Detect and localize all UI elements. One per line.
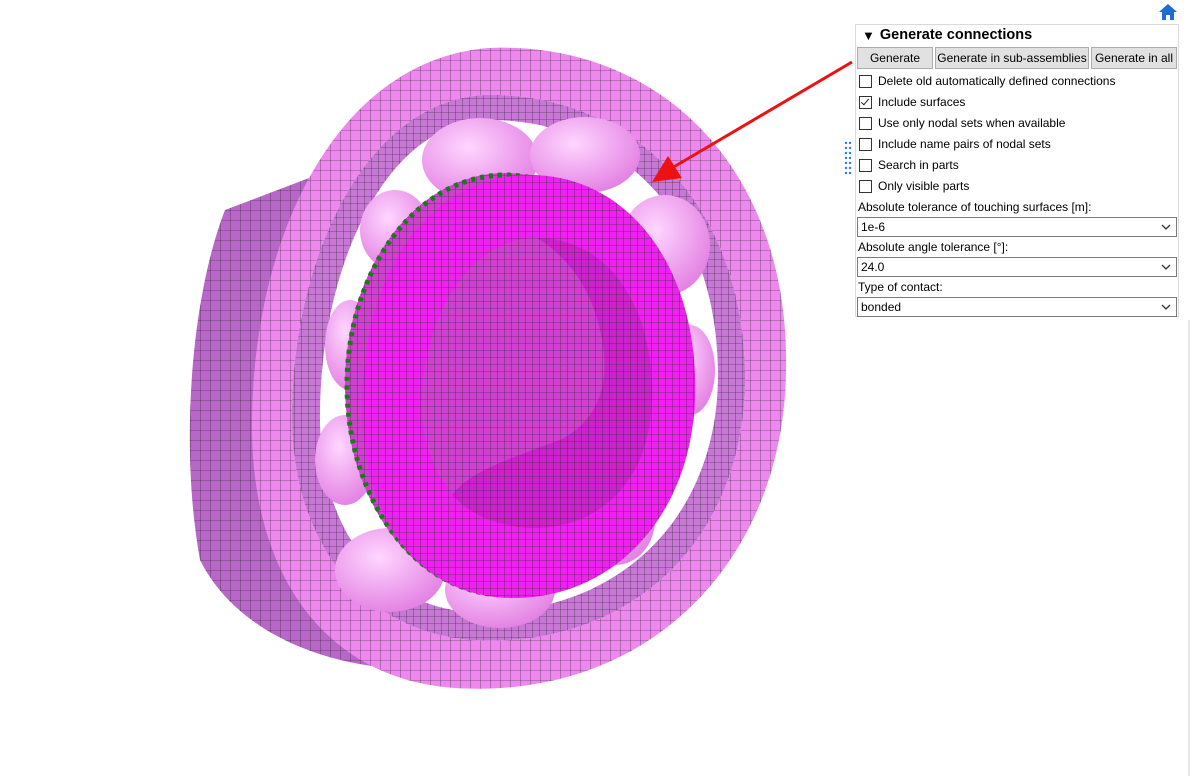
generate-button-row: Generate Generate in sub-assemblies Gene… — [857, 47, 1177, 69]
tolerance-value: 1e-6 — [861, 220, 886, 234]
checkbox-checked[interactable] — [859, 95, 872, 109]
checkbox[interactable] — [859, 116, 872, 130]
panel-header[interactable]: ▼ Generate connections — [862, 26, 1032, 44]
option-label: Include surfaces — [878, 95, 966, 109]
option-label: Search in parts — [878, 158, 959, 172]
checkbox[interactable] — [859, 137, 872, 151]
option-include-surfaces[interactable]: Include surfaces — [859, 93, 965, 111]
generate-sub-assemblies-button[interactable]: Generate in sub-assemblies — [935, 47, 1089, 69]
chevron-down-icon[interactable] — [1160, 301, 1172, 313]
option-only-visible-parts[interactable]: Only visible parts — [859, 177, 969, 195]
angle-select[interactable]: 24.0 — [857, 257, 1177, 277]
contact-type-select[interactable]: bonded — [857, 297, 1177, 317]
collapse-triangle-icon[interactable]: ▼ — [862, 28, 875, 43]
chevron-down-icon[interactable] — [1160, 221, 1172, 233]
generate-button[interactable]: Generate — [857, 47, 933, 69]
angle-label: Absolute angle tolerance [°]: — [858, 240, 1009, 254]
tolerance-label: Absolute tolerance of touching surfaces … — [858, 200, 1092, 214]
checkbox[interactable] — [859, 179, 872, 193]
generate-in-all-button[interactable]: Generate in all — [1091, 47, 1177, 69]
option-label: Use only nodal sets when available — [878, 116, 1066, 130]
generate-connections-panel: ▼ Generate connections Generate Generate… — [855, 24, 1179, 317]
checkbox[interactable] — [859, 158, 872, 172]
option-search-in-parts[interactable]: Search in parts — [859, 156, 959, 174]
tolerance-select[interactable]: 1e-6 — [857, 217, 1177, 237]
option-name-pairs[interactable]: Include name pairs of nodal sets — [859, 135, 1051, 153]
home-icon[interactable] — [1158, 3, 1178, 21]
option-delete-old[interactable]: Delete old automatically defined connect… — [859, 72, 1115, 90]
option-nodal-sets-only[interactable]: Use only nodal sets when available — [859, 114, 1065, 132]
option-label: Only visible parts — [878, 179, 970, 193]
checkbox[interactable] — [859, 74, 872, 88]
scrollbar[interactable] — [1188, 320, 1190, 776]
contact-type-value: bonded — [861, 300, 902, 314]
option-label: Include name pairs of nodal sets — [878, 137, 1051, 151]
angle-value: 24.0 — [861, 260, 885, 274]
contact-type-label: Type of contact: — [858, 280, 943, 294]
chevron-down-icon[interactable] — [1160, 261, 1172, 273]
panel-resize-grip[interactable] — [844, 141, 852, 175]
panel-title: Generate connections — [879, 27, 1033, 43]
option-label: Delete old automatically defined connect… — [878, 74, 1116, 88]
